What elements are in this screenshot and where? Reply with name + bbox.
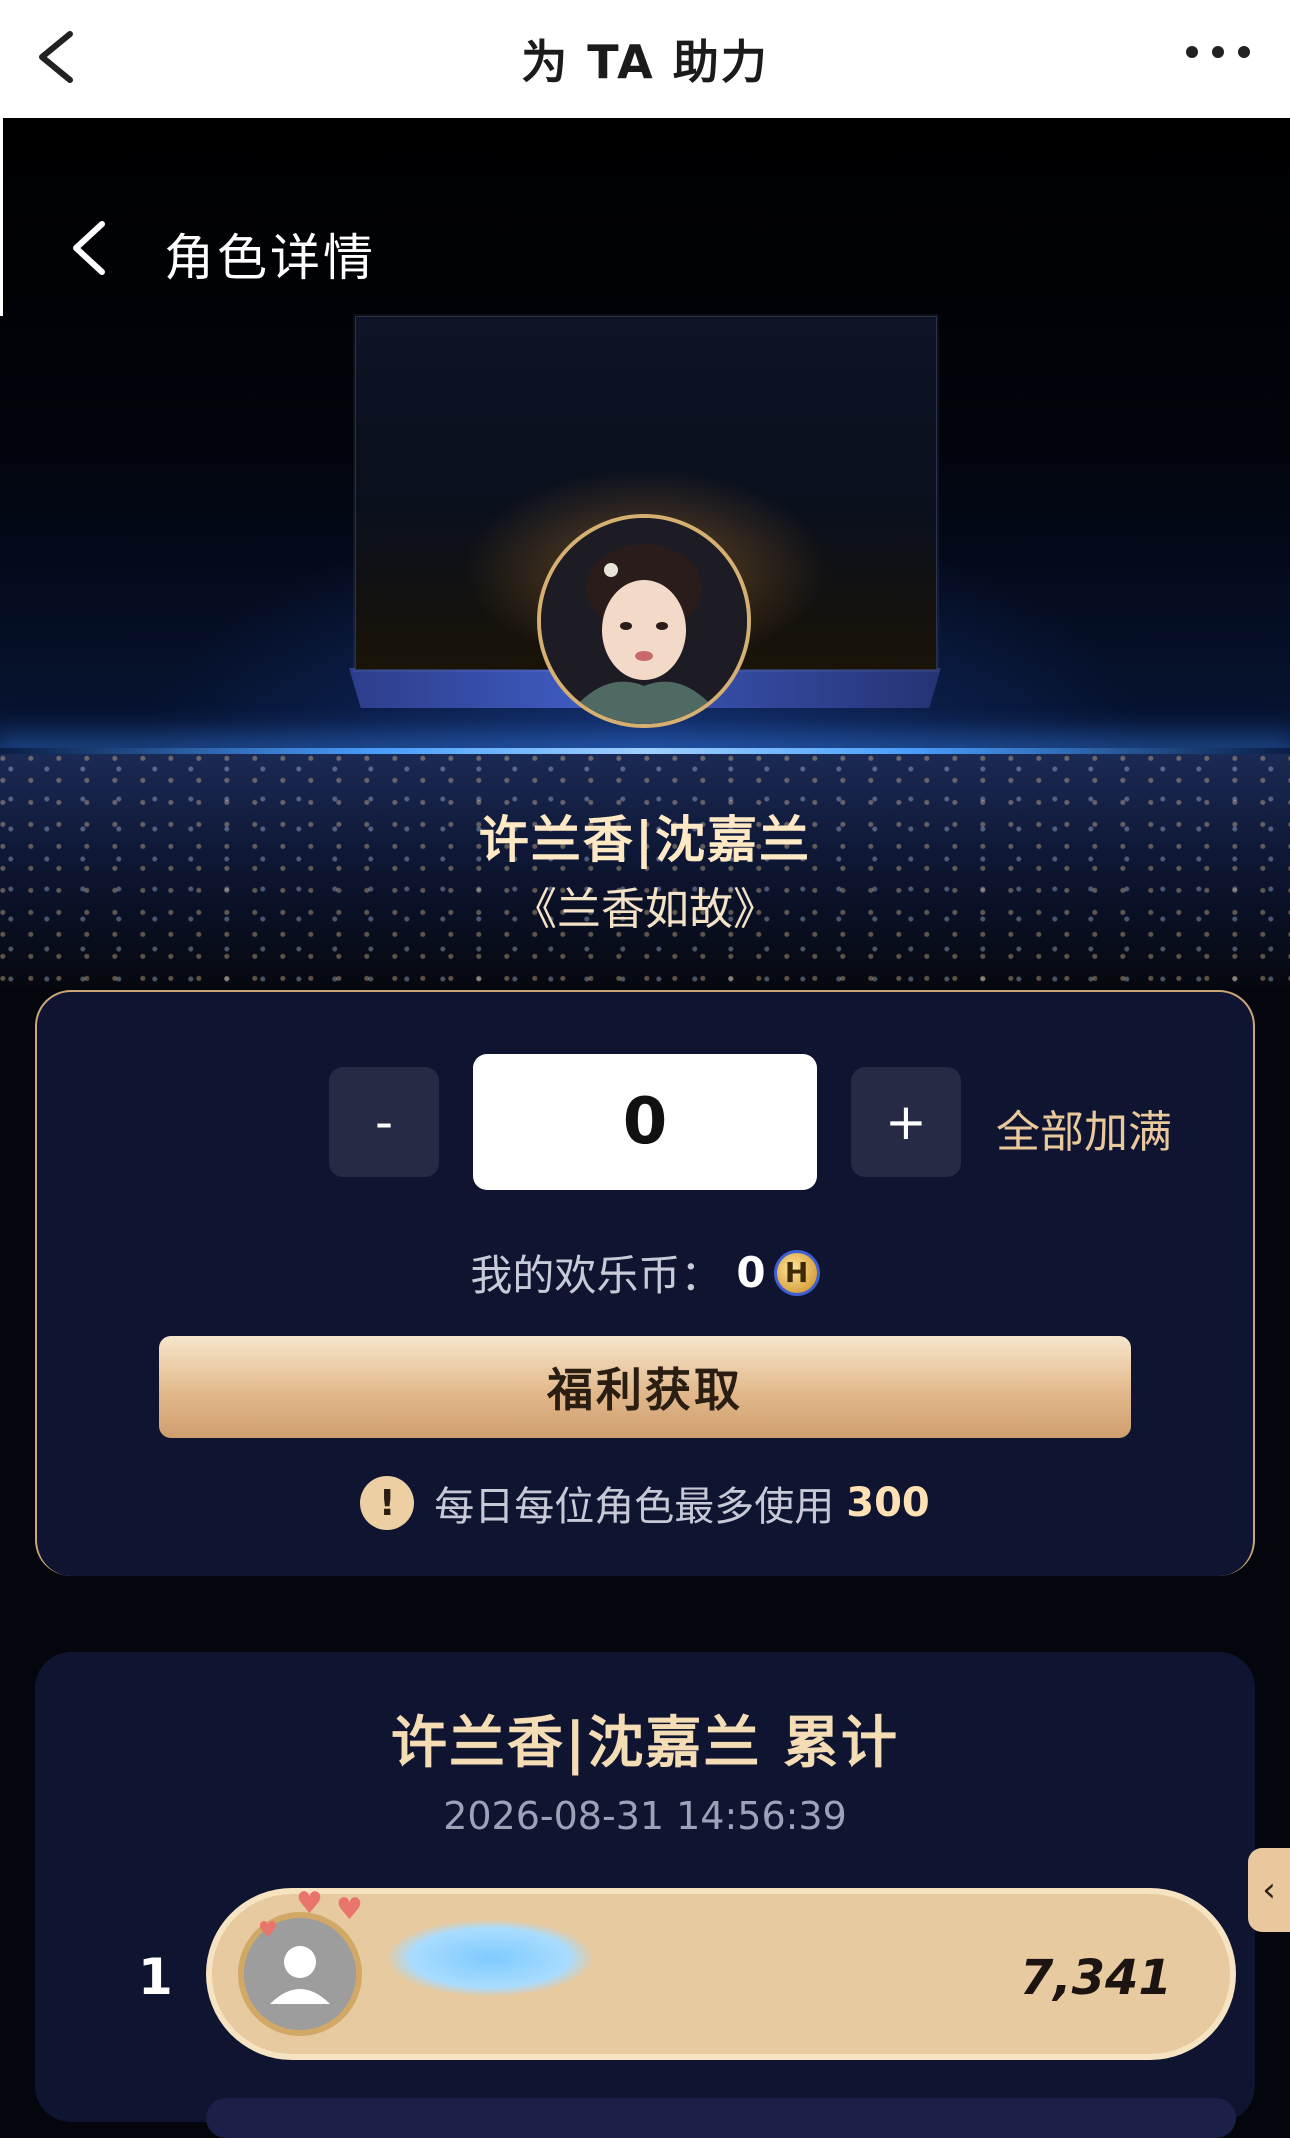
heart-icon: ♥ (258, 1918, 278, 1943)
heart-icon: ♥ (336, 1892, 363, 1927)
coin-icon: H (773, 1249, 820, 1296)
list-item (206, 2098, 1236, 2138)
left-edge-strip (0, 118, 3, 316)
fill-all-button[interactable]: 全部加满 (996, 1096, 1172, 1160)
page-title: 为 TA 助力 (521, 35, 769, 89)
rank-number: 1 (138, 1948, 173, 2006)
portrait-illustration (541, 518, 747, 724)
coins-label: 我的欢乐币： (470, 1251, 723, 1300)
increase-button[interactable]: + (851, 1067, 961, 1177)
warning-icon: ! (360, 1476, 415, 1530)
heart-icon: ♥ (296, 1886, 323, 1921)
more-dots-icon[interactable] (1182, 40, 1254, 64)
avatar[interactable] (238, 1912, 362, 2036)
coins-balance: 我的欢乐币： 0 H (0, 1242, 1290, 1303)
detail-title: 角色详情 (164, 229, 376, 287)
side-drawer-handle[interactable]: ‹ (1248, 1848, 1290, 1932)
decrease-button[interactable]: - (329, 1067, 439, 1177)
limit-value: 300 (846, 1480, 930, 1526)
daily-limit-note: ! 每日每位角色最多使用 300 (0, 1474, 1290, 1532)
drama-title: 《兰香如故》 (513, 884, 777, 935)
chevron-left-icon[interactable] (28, 22, 98, 92)
quantity-input[interactable]: 0 (473, 1054, 817, 1190)
rank-score: 7,341 (1020, 1950, 1172, 2006)
top-nav-bar: 为 TA 助力 (0, 0, 1290, 118)
ranking-timestamp: 2026-08-31 14:56:39 (443, 1794, 847, 1838)
character-avatar[interactable] (537, 514, 751, 728)
ranking-title: 许兰香|沈嘉兰 累计 (391, 1711, 899, 1776)
limit-text: 每日每位角色最多使用 (434, 1484, 835, 1530)
redacted-username (388, 1920, 592, 1996)
coins-value: 0 (736, 1248, 766, 1297)
character-name: 许兰香|沈嘉兰 (478, 811, 812, 869)
welfare-button[interactable]: 福利获取 (159, 1336, 1131, 1438)
chevron-left-icon[interactable] (66, 218, 116, 278)
